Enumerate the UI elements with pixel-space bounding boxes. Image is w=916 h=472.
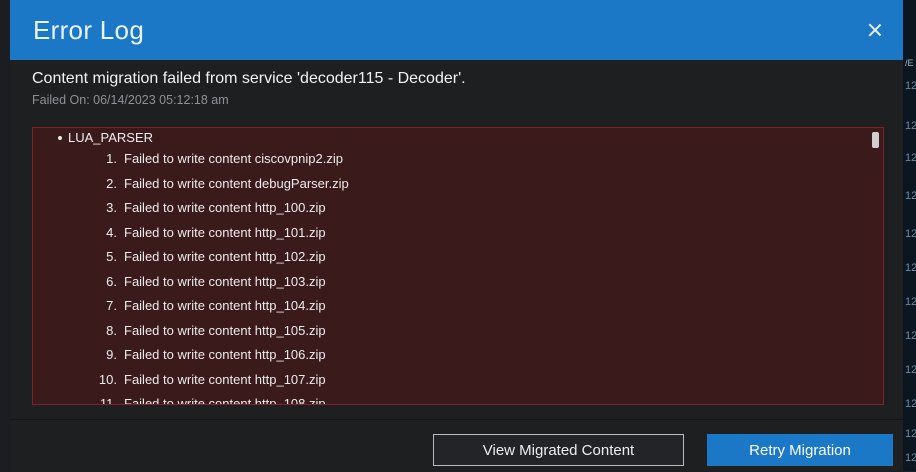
error-item-text: Failed to write content ciscovpnip2.zip bbox=[124, 151, 343, 166]
retry-migration-button[interactable]: Retry Migration bbox=[707, 434, 893, 466]
background-column-header: /E bbox=[905, 58, 914, 68]
dialog-header: Error Log bbox=[10, 0, 903, 60]
error-item-index: 3. bbox=[106, 200, 117, 215]
error-item-text: Failed to write content http_105.zip bbox=[124, 322, 326, 338]
background-row-value: 12 bbox=[905, 228, 916, 240]
background-row-value: 12 bbox=[905, 262, 916, 274]
background-row-value: 12 bbox=[905, 120, 916, 132]
error-item-text: Failed to write content http_108.zip bbox=[124, 396, 326, 405]
error-item-index: 11. bbox=[99, 396, 117, 405]
error-item-text: Failed to write content http_101.zip bbox=[124, 224, 326, 240]
background-table-edge: /E 12 12 12 12 12 12 12 12 12 12 12 12 bbox=[903, 0, 916, 471]
error-item-index: 6. bbox=[106, 273, 117, 289]
error-list-item: 1. Failed to write content ciscovpnip2.zi… bbox=[91, 151, 343, 166]
error-list-item: 3. Failed to write content http_100.zip bbox=[91, 200, 326, 215]
error-list-panel[interactable]: LUA_PARSER 1. Failed to write content cis… bbox=[32, 127, 884, 405]
error-item-index: 2. bbox=[106, 175, 117, 191]
error-list-item: 5. Failed to write content http_102.zip bbox=[91, 249, 326, 264]
background-row-value: 12 bbox=[905, 398, 916, 410]
error-group-title: LUA_PARSER bbox=[58, 130, 153, 145]
error-item-text: Failed to write content http_103.zip bbox=[124, 273, 326, 289]
dialog-footer: View Migrated Content Retry Migration bbox=[10, 419, 903, 472]
error-item-index: 8. bbox=[106, 322, 117, 338]
close-icon[interactable] bbox=[865, 20, 885, 40]
error-item-index: 9. bbox=[106, 347, 117, 362]
error-list-item: 10. Failed to write content http_107.zip bbox=[91, 372, 326, 387]
background-row-value: 12 bbox=[905, 452, 916, 464]
error-item-text: Failed to write content http_104.zip bbox=[124, 298, 326, 313]
background-row-value: 12 bbox=[905, 364, 916, 376]
error-log-dialog: Error Log Content migration failed from … bbox=[10, 0, 903, 472]
error-item-text: Failed to write content debugParser.zip bbox=[124, 175, 349, 191]
error-list-item: 7. Failed to write content http_104.zip bbox=[91, 298, 326, 313]
error-item-index: 7. bbox=[106, 298, 117, 313]
error-item-text: Failed to write content http_107.zip bbox=[124, 371, 326, 387]
background-row-value: 12 bbox=[905, 190, 916, 202]
error-item-index: 10. bbox=[98, 371, 117, 387]
dialog-title: Error Log bbox=[33, 14, 145, 45]
background-row-value: 12 bbox=[905, 152, 916, 164]
background-row-value: 12 bbox=[905, 296, 916, 308]
error-item-text: Failed to write content http_106.zip bbox=[124, 347, 326, 362]
error-item-index: 4. bbox=[106, 224, 117, 240]
error-list-item: 9. Failed to write content http_106.zip bbox=[91, 347, 326, 362]
error-item-index: 5. bbox=[106, 249, 117, 264]
error-message: Content migration failed from service 'd… bbox=[32, 70, 466, 87]
background-row-value: 12 bbox=[905, 428, 916, 440]
bullet-icon bbox=[58, 135, 62, 140]
error-list-item: 2. Failed to write content debugParser.zi… bbox=[91, 176, 349, 191]
error-group-label: LUA_PARSER bbox=[68, 130, 154, 145]
background-row-value: 12 bbox=[905, 330, 916, 342]
failed-on-timestamp: Failed On: 06/14/2023 05:12:18 am bbox=[32, 93, 229, 107]
error-list-item: 4. Failed to write content http_101.zip bbox=[91, 224, 326, 240]
error-item-text: Failed to write content http_102.zip bbox=[124, 249, 326, 264]
error-list-item: 8. Failed to write content http_105.zip bbox=[91, 322, 326, 338]
error-item-index: 1. bbox=[106, 151, 117, 166]
scrollbar-thumb[interactable] bbox=[872, 132, 879, 148]
error-list-item: 11. Failed to write content http_108.zip bbox=[91, 396, 326, 405]
error-item-text: Failed to write content http_100.zip bbox=[124, 200, 326, 215]
background-row-value: 12 bbox=[905, 80, 916, 92]
error-list-item: 6. Failed to write content http_103.zip bbox=[91, 273, 326, 289]
view-migrated-content-button[interactable]: View Migrated Content bbox=[433, 434, 684, 466]
